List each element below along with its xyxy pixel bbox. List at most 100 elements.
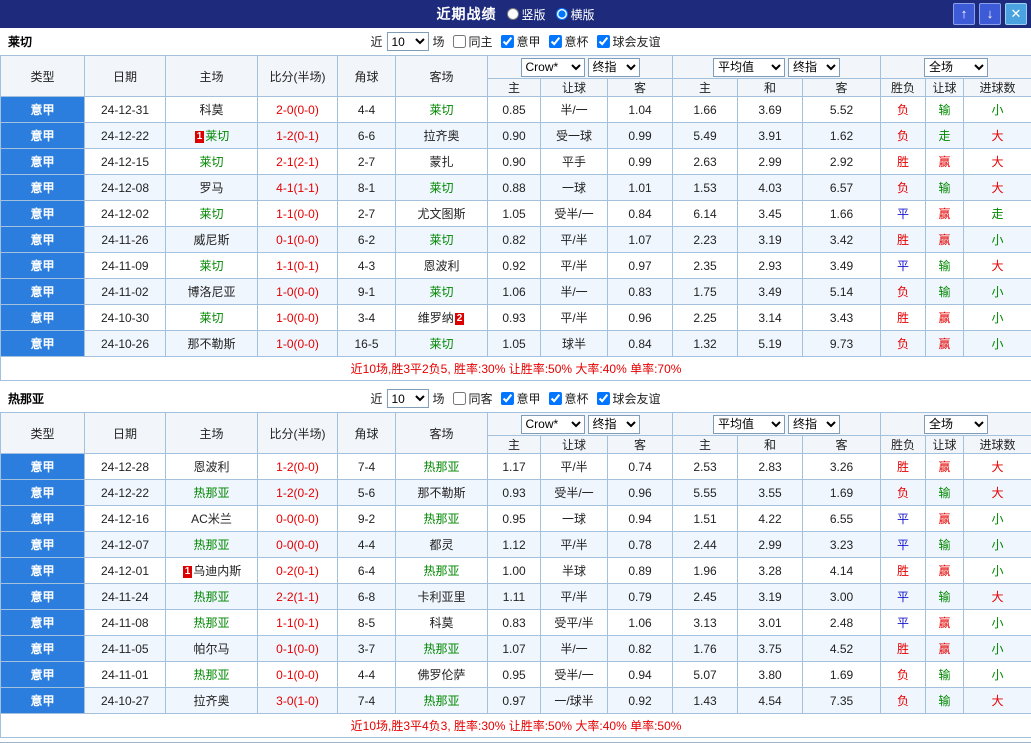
- team-name-link[interactable]: 拉齐奥: [423, 129, 459, 143]
- club-friendly-checkbox[interactable]: [597, 392, 610, 405]
- score-cell[interactable]: 2-1(2-1): [258, 149, 338, 175]
- team-name-link[interactable]: 莱切: [429, 181, 453, 195]
- score-cell[interactable]: 2-2(1-1): [258, 584, 338, 610]
- team-name-link[interactable]: 蒙扎: [429, 155, 453, 169]
- bookmaker-select[interactable]: Crow*: [521, 58, 585, 77]
- recent-count-select[interactable]: 10: [386, 389, 428, 408]
- team-name-link[interactable]: AC米兰: [191, 512, 232, 526]
- euro-odds-cell: 3.19: [738, 584, 803, 610]
- score-cell[interactable]: 0-1(0-0): [258, 662, 338, 688]
- score-cell[interactable]: 0-2(0-1): [258, 558, 338, 584]
- team-name-link[interactable]: 莱切: [199, 311, 223, 325]
- team-name-link[interactable]: 莱切: [199, 259, 223, 273]
- score-cell[interactable]: 1-2(0-2): [258, 480, 338, 506]
- team-name-link[interactable]: 那不勒斯: [417, 486, 465, 500]
- score-cell[interactable]: 1-0(0-0): [258, 331, 338, 357]
- subcol-asian-home: 主: [488, 436, 541, 454]
- team-name-link[interactable]: 热那亚: [193, 590, 229, 604]
- team-name-link[interactable]: 莱切: [199, 155, 223, 169]
- euro-odds-cell: 3.49: [738, 279, 803, 305]
- team-name-link[interactable]: 莱切: [429, 103, 453, 117]
- team-name-link[interactable]: 罗马: [199, 181, 223, 195]
- team-name-link[interactable]: 恩波利: [193, 460, 229, 474]
- asian-odds-cell: 0.84: [608, 201, 673, 227]
- team-name-link[interactable]: 热那亚: [193, 486, 229, 500]
- coppa-italia-checkbox[interactable]: [549, 392, 562, 405]
- final-odds-select[interactable]: 终指: [588, 58, 640, 77]
- team-name-link[interactable]: 热那亚: [193, 538, 229, 552]
- team-name-link[interactable]: 热那亚: [423, 642, 459, 656]
- team-name-link[interactable]: 莱切: [199, 207, 223, 221]
- team-name-link[interactable]: 热那亚: [423, 512, 459, 526]
- coppa-italia-filter[interactable]: 意杯: [549, 390, 589, 407]
- team-name-link[interactable]: 恩波利: [423, 259, 459, 273]
- average-odds-select[interactable]: 平均值: [713, 415, 785, 434]
- coppa-italia-checkbox[interactable]: [549, 35, 562, 48]
- team-name-link[interactable]: 科莫: [429, 616, 453, 630]
- same-venue-filter[interactable]: 同主: [452, 33, 492, 50]
- team-name-link[interactable]: 卡利亚里: [417, 590, 465, 604]
- final-odds-select-2[interactable]: 终指: [788, 415, 840, 434]
- team-name-link[interactable]: 热那亚: [193, 668, 229, 682]
- score-cell[interactable]: 0-1(0-0): [258, 636, 338, 662]
- team-name-link[interactable]: 热那亚: [423, 564, 459, 578]
- club-friendly-filter[interactable]: 球会友谊: [597, 390, 661, 407]
- team-name-link[interactable]: 莱切: [429, 337, 453, 351]
- final-odds-select-2[interactable]: 终指: [788, 58, 840, 77]
- move-down-button[interactable]: ↓: [979, 3, 1001, 25]
- score-cell[interactable]: 1-2(0-1): [258, 123, 338, 149]
- score-cell[interactable]: 1-1(0-1): [258, 253, 338, 279]
- same-venue-checkbox[interactable]: [452, 35, 465, 48]
- team-name-link[interactable]: 维罗纳: [418, 311, 454, 325]
- team-name-link[interactable]: 热那亚: [193, 616, 229, 630]
- score-cell[interactable]: 1-1(0-0): [258, 201, 338, 227]
- same-venue-checkbox[interactable]: [452, 392, 465, 405]
- fulltime-select[interactable]: 全场: [924, 415, 988, 434]
- coppa-italia-filter[interactable]: 意杯: [549, 33, 589, 50]
- club-friendly-filter[interactable]: 球会友谊: [597, 33, 661, 50]
- team-name-link[interactable]: 佛罗伦萨: [417, 668, 465, 682]
- score-cell[interactable]: 2-0(0-0): [258, 97, 338, 123]
- final-odds-select[interactable]: 终指: [588, 415, 640, 434]
- bookmaker-select[interactable]: Crow*: [521, 415, 585, 434]
- club-friendly-checkbox[interactable]: [597, 35, 610, 48]
- close-button[interactable]: ✕: [1005, 3, 1027, 25]
- score-cell[interactable]: 1-0(0-0): [258, 279, 338, 305]
- fulltime-select[interactable]: 全场: [924, 58, 988, 77]
- same-venue-filter[interactable]: 同客: [452, 390, 492, 407]
- horizontal-layout-radio-input[interactable]: [556, 8, 568, 20]
- team-name-link[interactable]: 尤文图斯: [417, 207, 465, 221]
- vertical-layout-radio-input[interactable]: [506, 8, 518, 20]
- team-name-link[interactable]: 乌迪内斯: [193, 564, 241, 578]
- team-name-link[interactable]: 都灵: [429, 538, 453, 552]
- serie-a-checkbox[interactable]: [501, 35, 514, 48]
- score-cell[interactable]: 1-1(0-1): [258, 610, 338, 636]
- move-up-button[interactable]: ↑: [953, 3, 975, 25]
- score-cell[interactable]: 0-0(0-0): [258, 506, 338, 532]
- serie-a-filter[interactable]: 意甲: [501, 33, 541, 50]
- serie-a-checkbox[interactable]: [501, 392, 514, 405]
- score-cell[interactable]: 1-2(0-0): [258, 454, 338, 480]
- team-name-link[interactable]: 莱切: [205, 129, 229, 143]
- score-cell[interactable]: 4-1(1-1): [258, 175, 338, 201]
- team-name-link[interactable]: 帕尔马: [193, 642, 229, 656]
- team-name-link[interactable]: 科莫: [199, 103, 223, 117]
- average-odds-select[interactable]: 平均值: [713, 58, 785, 77]
- horizontal-layout-radio[interactable]: 横版: [556, 6, 595, 23]
- team-name-link[interactable]: 热那亚: [423, 460, 459, 474]
- team-name-link[interactable]: 那不勒斯: [187, 337, 235, 351]
- score-cell[interactable]: 0-0(0-0): [258, 532, 338, 558]
- score-cell[interactable]: 3-0(1-0): [258, 688, 338, 714]
- recent-count-select[interactable]: 10: [386, 32, 428, 51]
- result-winloss-cell: 负: [881, 331, 926, 357]
- team-name-link[interactable]: 莱切: [429, 233, 453, 247]
- serie-a-filter[interactable]: 意甲: [501, 390, 541, 407]
- team-name-link[interactable]: 威尼斯: [193, 233, 229, 247]
- vertical-layout-radio[interactable]: 竖版: [506, 6, 545, 23]
- team-name-link[interactable]: 热那亚: [423, 694, 459, 708]
- team-name-link[interactable]: 莱切: [429, 285, 453, 299]
- score-cell[interactable]: 1-0(0-0): [258, 305, 338, 331]
- score-cell[interactable]: 0-1(0-0): [258, 227, 338, 253]
- team-name-link[interactable]: 拉齐奥: [193, 694, 229, 708]
- team-name-link[interactable]: 博洛尼亚: [187, 285, 235, 299]
